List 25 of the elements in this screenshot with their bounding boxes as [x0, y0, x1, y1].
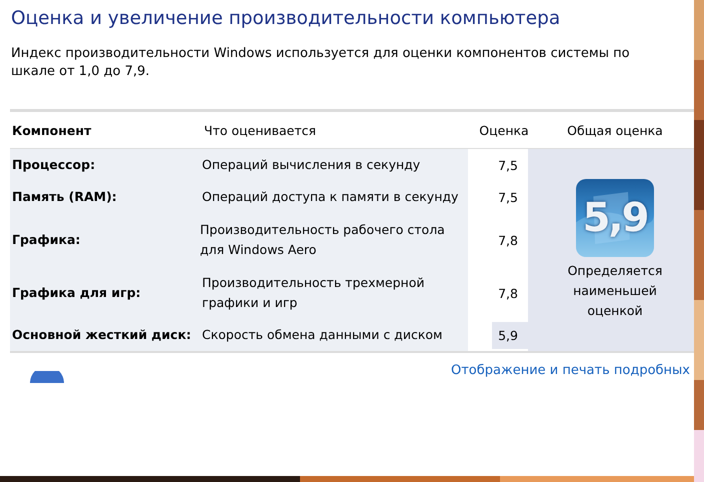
table-cell: Графика: [10, 213, 198, 267]
score-cell-text: 7,5 [497, 188, 519, 206]
details-link[interactable]: Отображение и печать подробных [451, 363, 690, 378]
page-title: Оценка и увеличение производительности компьютера [10, 7, 562, 29]
help-icon[interactable] [30, 371, 64, 383]
table-cell: Операций доступа к памяти в секунду [198, 181, 468, 213]
table-cell: Производительность рабочего стола для Windows Aero [198, 213, 468, 267]
score-note: Определяется наименьшей оценкой [566, 262, 664, 320]
column-header: Что оценивается [203, 122, 318, 138]
table-cell: Скорость обмена данными с диском [198, 319, 468, 351]
table-cell: Процессор: [10, 149, 198, 181]
description-text: Индекс производительности Windows используется для оценки компонентов системы по шкале от 1,0 до 7,9. [10, 45, 631, 81]
score-cell-text: 7,8 [497, 232, 519, 250]
table-cell: Память (RAM): [10, 181, 198, 213]
table-cell: Основной жесткий диск: [10, 319, 198, 351]
score-cell-text: 7,8 [497, 284, 519, 302]
column-header: Оценка [478, 122, 530, 138]
score-cell-text: 7,5 [497, 156, 519, 174]
column-header: Компонент [11, 122, 92, 138]
score-cell: 5,9 [492, 322, 528, 348]
table-cell: Операций вычисления в секунду [198, 149, 468, 181]
score-badge: 5,9 [576, 179, 654, 257]
table-cell: Графика для игр: [10, 267, 198, 319]
table-cell: Производительность трехмерной графики и игр [198, 267, 468, 319]
column-header: Общая оценка [566, 122, 664, 138]
